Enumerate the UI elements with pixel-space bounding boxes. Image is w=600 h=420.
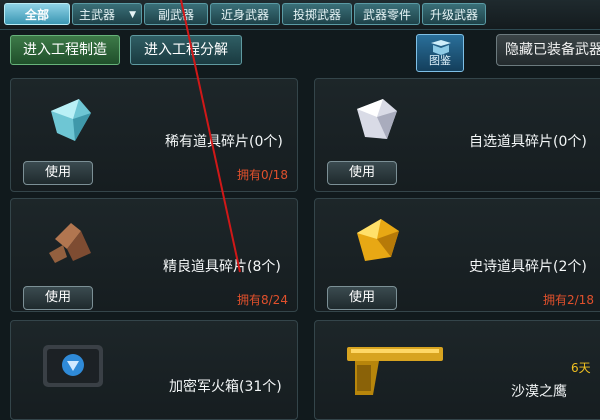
tab-primary-weapon-dropdown[interactable]: 主武器 ▼ — [72, 3, 142, 25]
item-card-rare-fragment[interactable]: 稀有道具碎片(0个) 使用 拥有0/18 — [10, 78, 298, 192]
item-name: 自选道具碎片(0个) — [469, 134, 587, 150]
rare-fragment-icon — [37, 89, 107, 149]
time-remaining: 6天 — [571, 361, 591, 375]
owned-count: 拥有8/24 — [237, 293, 288, 307]
fine-fragment-icon — [37, 209, 107, 269]
tab-weapon-parts[interactable]: 武器零件 — [354, 3, 420, 25]
item-card-epic-fragment[interactable]: 史诗道具碎片(2个) 使用 拥有2/18 — [314, 198, 600, 312]
use-button[interactable]: 使用 — [327, 161, 397, 185]
optional-fragment-icon — [341, 89, 411, 149]
item-name: 沙漠之鹰 — [511, 384, 567, 400]
owned-count: 拥有0/18 — [237, 168, 288, 182]
item-card-fine-fragment[interactable]: 精良道具碎片(8个) 使用 拥有8/24 — [10, 198, 298, 312]
tab-primary-weapon-label: 主武器 — [79, 8, 116, 22]
item-name: 稀有道具碎片(0个) — [165, 134, 283, 150]
item-name: 史诗道具碎片(2个) — [469, 259, 587, 275]
weapon-category-tabbar: 全部 主武器 ▼ 副武器 近身武器 投掷武器 武器零件 升级武器 — [0, 0, 600, 30]
tab-melee-weapon[interactable]: 近身武器 — [210, 3, 280, 25]
enter-craft-button[interactable]: 进入工程制造 — [10, 35, 120, 65]
tab-all[interactable]: 全部 — [4, 3, 70, 25]
epic-fragment-icon — [341, 209, 411, 269]
item-card-encrypted-arms-box[interactable]: 加密军火箱(31个) — [10, 320, 298, 420]
item-name: 精良道具碎片(8个) — [163, 259, 281, 275]
gallery-button[interactable]: 图鉴 — [416, 34, 464, 72]
item-card-optional-fragment[interactable]: 自选道具碎片(0个) 使用 — [314, 78, 600, 192]
tab-upgrade-weapon[interactable]: 升级武器 — [422, 3, 486, 25]
tab-throwing-weapon[interactable]: 投掷武器 — [282, 3, 352, 25]
item-name: 加密军火箱(31个) — [169, 379, 282, 395]
use-button[interactable]: 使用 — [327, 286, 397, 310]
owned-count: 拥有2/18 — [543, 293, 594, 307]
gallery-label: 图鉴 — [429, 54, 451, 67]
golden-pistol-icon — [341, 331, 443, 395]
enter-dismantle-button[interactable]: 进入工程分解 — [130, 35, 242, 65]
encrypted-arms-box-icon — [37, 331, 107, 391]
item-card-golden-pistol[interactable]: 6天 沙漠之鹰 — [314, 320, 600, 420]
hide-equipped-button[interactable]: 隐藏已装备武器 — [496, 34, 600, 66]
tab-secondary-weapon[interactable]: 副武器 — [144, 3, 208, 25]
use-button[interactable]: 使用 — [23, 161, 93, 185]
use-button[interactable]: 使用 — [23, 286, 93, 310]
chevron-down-icon: ▼ — [129, 10, 136, 20]
